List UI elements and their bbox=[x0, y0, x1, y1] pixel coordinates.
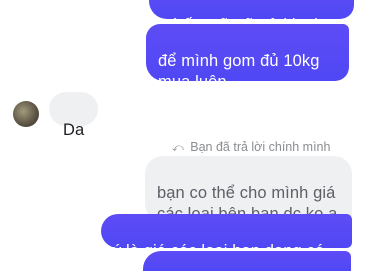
message-text: để mình gom đủ 10kg mua luôn bbox=[158, 52, 320, 91]
message-bubble-outgoing[interactable]: ý là giá các loại bạn dang có bbox=[101, 214, 352, 260]
message-bubble-outgoing[interactable] bbox=[143, 251, 351, 271]
message-bubble-incoming[interactable]: Da bbox=[49, 92, 99, 139]
reply-notice: ⤺ Bạn đã trả lời chính mình bbox=[172, 140, 330, 155]
message-bubble-outgoing[interactable]: để mình gom đủ 10kg mua luôn bbox=[146, 24, 349, 91]
message-text: Da bbox=[63, 121, 85, 139]
quoted-message[interactable]: bạn co thể cho mình giá các loại bên bạn… bbox=[145, 156, 352, 223]
contact-avatar[interactable] bbox=[13, 101, 39, 127]
reply-notice-text: Bạn đã trả lời chính mình bbox=[190, 140, 331, 154]
message-bubble-outgoing[interactable]: có ốc mỡ nữa fai ko bạn bbox=[148, 0, 354, 34]
reply-arrow-icon: ⤺ bbox=[172, 142, 184, 154]
